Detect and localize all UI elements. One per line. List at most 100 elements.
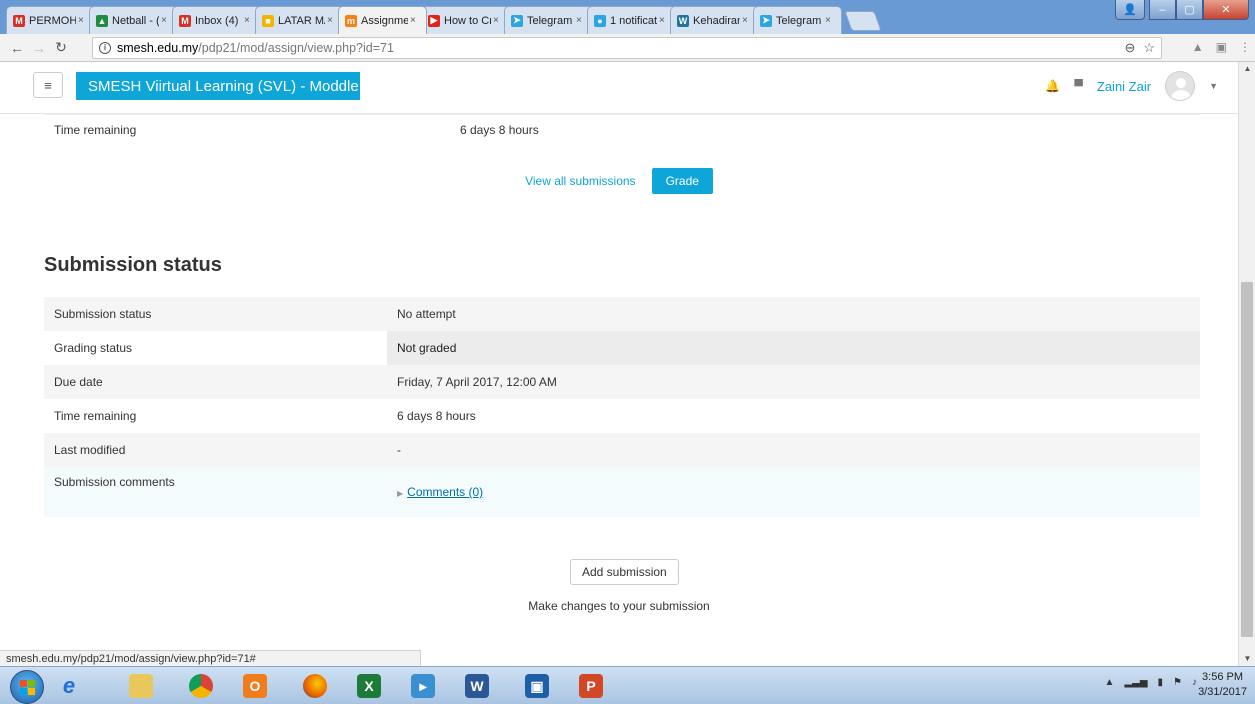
browser-tab[interactable]: ■ LATAR MA× [255, 6, 344, 34]
comments-link[interactable]: Comments (0) [407, 485, 483, 499]
browser-tab[interactable]: ➤ Telegram × [753, 6, 842, 34]
tab-label: 1 notificat [610, 14, 657, 27]
firefox-icon[interactable] [296, 671, 334, 701]
tab-close-icon[interactable]: × [825, 15, 835, 26]
table-row: Time remaining 6 days 8 hours [44, 399, 1200, 433]
address-bar[interactable]: i smesh.edu.my/pdp21/mod/assign/view.php… [92, 37, 1162, 59]
tab-label: LATAR MA [278, 14, 325, 27]
app-icon[interactable]: ▸ [404, 671, 442, 701]
tab-close-icon[interactable]: × [410, 15, 420, 26]
excel-icon[interactable]: X [350, 671, 388, 701]
scroll-down-icon[interactable]: ▼ [1239, 652, 1255, 666]
grading-summary-row: Time remaining 6 days 8 hours [44, 114, 1200, 144]
user-name[interactable]: Zaini Zair [1097, 79, 1151, 94]
tab-close-icon[interactable]: × [576, 15, 586, 26]
ie-icon[interactable]: e [50, 671, 88, 701]
avatar[interactable] [1165, 71, 1196, 101]
row-label: Submission status [44, 297, 387, 331]
row-value: 6 days 8 hours [397, 409, 476, 423]
browser-tab[interactable]: m Assignmer × [338, 6, 427, 34]
browser-tab-strip: MPERMOHC×▲Netball - (×MInbox (4) -×■LATA… [0, 0, 1255, 34]
powerpoint-icon[interactable]: P [572, 671, 610, 701]
minimize-button[interactable]: – [1149, 0, 1176, 20]
row-value: Not graded [387, 331, 1200, 365]
row-label: Last modified [44, 433, 387, 467]
site-header: ≡ SMESH Viirtual Learning (SVL) - Moddle… [0, 62, 1238, 114]
close-window-button[interactable]: ✕ [1203, 0, 1249, 20]
action-center-icon[interactable]: ⚑ [1173, 677, 1182, 688]
system-tray: ▲ ▂▃▅ ▮ ⚑ ♪ [1105, 677, 1197, 688]
scrollbar-thumb[interactable] [1241, 282, 1253, 637]
chevron-down-icon[interactable]: ▼ [1209, 81, 1218, 91]
site-brand[interactable]: SMESH Viirtual Learning (SVL) - Moddle [76, 72, 360, 100]
bookmark-star-icon[interactable]: ☆ [1143, 40, 1155, 56]
window-controls: 👤 – ▢ ✕ [1115, 0, 1249, 20]
zoom-icon[interactable]: ⊖ [1124, 40, 1135, 56]
tab-close-icon[interactable]: × [493, 15, 503, 26]
row-label: Grading status [54, 341, 133, 355]
media-player-icon[interactable]: O [236, 671, 274, 701]
extension-icon[interactable]: ▣ [1216, 40, 1227, 54]
taskbar-clock[interactable]: 3:56 PM 3/31/2017 [1198, 670, 1247, 700]
tab-label: Netball - ( [112, 14, 159, 27]
page-scrollbar[interactable]: ▲ ▼ [1238, 62, 1255, 666]
word-icon[interactable]: W [458, 671, 496, 701]
new-tab-button[interactable] [844, 11, 882, 31]
network-icon[interactable]: ▂▃▅ [1124, 677, 1147, 688]
file-explorer-icon[interactable] [122, 671, 160, 701]
table-row: Submission comments ▶ Comments (0) [44, 467, 1200, 517]
expand-arrow-icon[interactable]: ▶ [397, 489, 403, 498]
row-value: Friday, 7 April 2017, 12:00 AM [387, 365, 1200, 399]
forward-button[interactable]: → [28, 40, 50, 56]
add-submission-hint: Make changes to your submission [528, 599, 710, 613]
tab-favicon-icon: ● [594, 14, 606, 27]
extension-drive-icon[interactable]: ▲ [1192, 40, 1204, 54]
url-path: /pdp21/mod/assign/view.php?id=71 [198, 41, 394, 55]
time-remaining-value: 6 days 8 hours [460, 123, 539, 137]
start-button[interactable] [10, 670, 44, 704]
reload-button[interactable]: ↻ [50, 39, 72, 56]
tab-favicon-icon: ➤ [760, 14, 772, 27]
tab-close-icon[interactable]: × [659, 15, 669, 26]
chrome-icon[interactable] [182, 671, 220, 701]
tab-close-icon[interactable]: × [78, 15, 88, 26]
chrome-menu-icon[interactable]: ⋮ [1239, 40, 1251, 54]
maximize-button[interactable]: ▢ [1176, 0, 1203, 20]
tab-label: Telegram [527, 14, 573, 27]
tab-close-icon[interactable]: × [327, 15, 337, 26]
browser-tab[interactable]: M Inbox (4) - × [172, 6, 261, 34]
scroll-up-icon[interactable]: ▲ [1239, 62, 1255, 76]
tab-label: Telegram [776, 14, 822, 27]
battery-icon[interactable]: ▮ [1158, 677, 1164, 688]
browser-toolbar: ← → ↻ i smesh.edu.my/pdp21/mod/assign/vi… [0, 34, 1255, 62]
tab-close-icon[interactable]: × [742, 15, 752, 26]
messages-icon[interactable]: ▀ [1074, 79, 1083, 93]
browser-tab[interactable]: W Kehadiran × [670, 6, 759, 34]
table-row: Last modified - [44, 433, 1200, 467]
notification-bell-icon[interactable]: 🔔 [1045, 79, 1060, 93]
tab-label: How to Cr [444, 14, 491, 27]
browser-tab[interactable]: M PERMOHC× [6, 6, 95, 34]
add-submission-button[interactable]: Add submission [570, 559, 679, 585]
tab-label: Kehadiran [693, 14, 740, 27]
profile-icon[interactable]: 👤 [1115, 0, 1145, 20]
browser-tab[interactable]: ▶ How to Cr × [421, 6, 510, 34]
back-button[interactable]: ← [6, 40, 28, 56]
browser-tab[interactable]: ▲ Netball - (× [89, 6, 178, 34]
outlook-icon[interactable]: ▣ [518, 671, 556, 701]
view-all-submissions-link[interactable]: View all submissions [525, 174, 636, 188]
tab-close-icon[interactable]: × [161, 15, 171, 26]
user-menu-area: 🔔 ▀ Zaini Zair ▼ [1045, 71, 1218, 101]
tab-close-icon[interactable]: × [244, 15, 254, 26]
url-host: smesh.edu.my [117, 41, 199, 55]
tab-favicon-icon: ▶ [428, 14, 440, 27]
volume-icon[interactable]: ♪ [1192, 677, 1197, 688]
time-remaining-label: Time remaining [54, 123, 137, 137]
tab-favicon-icon: ➤ [511, 14, 523, 27]
show-hidden-icons-icon[interactable]: ▲ [1105, 677, 1115, 688]
browser-tab[interactable]: ● 1 notificat × [587, 6, 676, 34]
nav-drawer-toggle[interactable]: ≡ [33, 72, 63, 98]
info-icon[interactable]: i [99, 42, 111, 54]
browser-tab[interactable]: ➤ Telegram × [504, 6, 593, 34]
grade-button[interactable]: Grade [651, 168, 713, 194]
